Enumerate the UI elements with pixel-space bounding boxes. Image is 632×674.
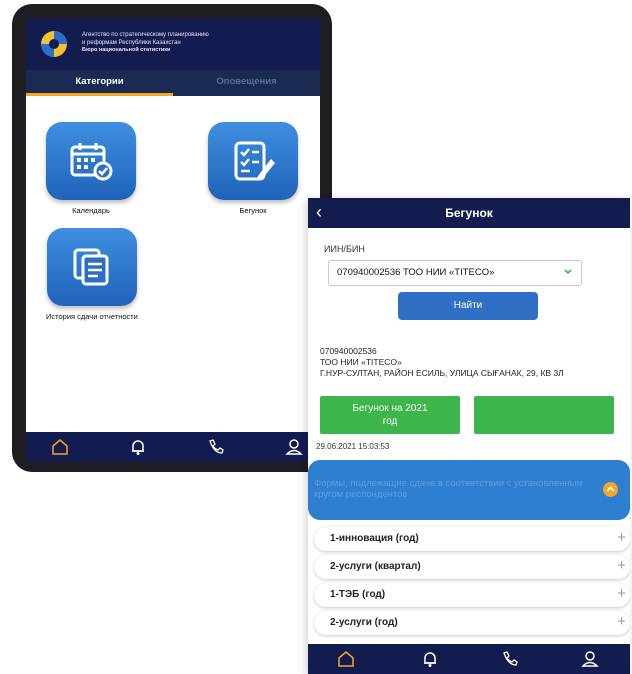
tablet-screen: Агентство по стратегическому планировани… [26,18,320,462]
plus-icon[interactable]: + [617,585,626,603]
calendar-icon [70,143,113,181]
begunok-year-line1: Бегунок на 2021 [352,403,428,414]
tile-history-label: История сдачи отчетности [46,312,138,321]
begunok-button[interactable] [208,122,298,200]
secondary-green-button[interactable] [474,396,614,434]
form-label: 1-инновация (год) [330,533,419,544]
page-title: Бегунок [445,206,493,220]
company-bin: 070940002536 [320,346,377,356]
user-icon[interactable] [580,649,600,669]
tab-notifications[interactable]: Оповещения [173,70,320,96]
home-icon[interactable] [50,437,70,457]
org-name-line2: и реформам Республики Казахстан [82,39,181,46]
tile-history[interactable]: История сдачи отчетности [46,228,138,321]
app-header: Агентство по стратегическому планировани… [26,18,320,70]
phone-icon[interactable] [500,649,520,669]
iin-select[interactable]: 070940002536 ТОО НИИ «TITECO» [328,260,582,286]
phone-icon[interactable] [206,437,226,457]
company-address: Г.НУР-СУЛТАН, РАЙОН ЕСИЛЬ, УЛИЦА СЫҒАНАК… [320,368,564,378]
form-row[interactable]: 2-услуги (квартал) + [314,555,630,579]
tile-begunok-label: Бегунок [239,206,267,215]
org-name-line1: Агентство по стратегическому планировани… [82,32,209,38]
logo-icon [41,31,67,57]
tablet-frame: Агентство по стратегическому планировани… [12,4,332,472]
form-label: 2-услуги (квартал) [330,561,421,572]
form-label: 1-ТЭБ (год) [330,589,386,600]
plus-icon[interactable]: + [617,557,626,575]
chevron-up-icon [606,486,615,492]
checklist-icon [234,141,275,181]
org-name: Агентство по стратегическому планировани… [82,32,209,55]
timestamp: 29.06.2021 15:03:53 [316,442,390,451]
tile-begunok[interactable]: Бегунок [208,122,298,215]
bottom-nav [308,644,630,674]
form-row[interactable]: 1-инновация (год) + [314,527,630,551]
history-button[interactable] [46,228,137,306]
user-icon[interactable] [284,437,304,457]
iin-select-value: 070940002536 ТОО НИИ «TITECO» [337,267,495,278]
org-name-line3: Бюро национальной статистики [82,47,171,53]
form-row[interactable]: 1-ТЭБ (год) + [314,583,630,607]
iin-label: ИИН/БИН [324,244,365,254]
chevron-down-icon [564,269,572,275]
form-label: 2-услуги (год) [330,617,398,628]
collapse-toggle-icon[interactable] [603,482,618,497]
documents-icon [73,248,109,286]
tile-calendar[interactable]: Календарь [46,122,136,215]
home-icon[interactable] [336,649,356,669]
tile-calendar-label: Календарь [72,206,110,215]
plus-icon[interactable]: + [617,613,626,631]
plus-icon[interactable]: + [617,529,626,547]
form-row[interactable]: 2-услуги (год) + [314,611,630,635]
company-info: 070940002536 ТОО НИИ «TITECO» Г.НУР-СУЛТ… [320,346,564,379]
calendar-button[interactable] [46,122,136,200]
find-button[interactable]: Найти [398,292,538,320]
forms-header-text: Формы, подлежащие сдаче в соответствии с… [314,478,583,500]
forms-header-panel[interactable]: Формы, подлежащие сдаче в соответствии с… [308,460,630,520]
tab-bar: Категории Оповещения [26,70,320,96]
phone-screen: ‹ Бегунок ИИН/БИН 070940002536 ТОО НИИ «… [308,198,630,674]
begunok-header: ‹ Бегунок [308,198,630,228]
company-name: ТОО НИИ «TITECO» [320,357,402,367]
bell-icon[interactable] [420,649,440,669]
bottom-nav [26,432,320,462]
tab-categories[interactable]: Категории [26,70,173,96]
bell-icon[interactable] [128,437,148,457]
begunok-year-button[interactable]: Бегунок на 2021 год [320,396,460,434]
begunok-year-line2: год [382,416,398,427]
